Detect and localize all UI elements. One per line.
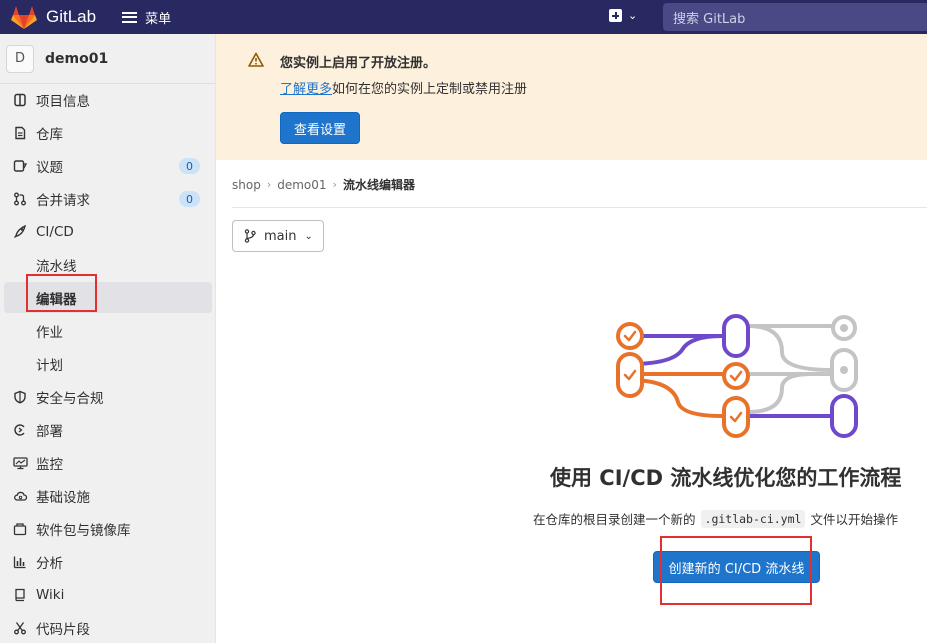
sidebar-item-label: CI/CD xyxy=(36,223,74,240)
sidebar-item-label: 部署 xyxy=(36,423,63,440)
ci-file-name: .gitlab-ci.yml xyxy=(700,509,806,528)
breadcrumb-item-project[interactable]: demo01 xyxy=(277,178,326,192)
sidebar-item-packages[interactable]: 软件包与镜像库 xyxy=(0,513,212,544)
doc-icon xyxy=(11,124,29,142)
project-name: demo01 xyxy=(45,50,109,67)
sidebar-item-label: 安全与合规 xyxy=(36,390,104,407)
search-input[interactable]: 搜索 GitLab xyxy=(663,3,927,31)
info-icon xyxy=(11,91,29,109)
breadcrumb: shop › demo01 › 流水线编辑器 xyxy=(232,176,415,193)
sidebar-item-issues[interactable]: 议题 0 xyxy=(0,150,212,181)
sidebar-item-label: 基础设施 xyxy=(36,489,90,506)
menu-label: 菜单 xyxy=(145,11,172,27)
sidebar-project[interactable]: D demo01 xyxy=(0,34,215,84)
issues-icon xyxy=(11,157,29,175)
view-settings-button[interactable]: 查看设置 xyxy=(280,112,360,144)
top-navbar: GitLab 菜单 ⌄ 搜索 GitLab xyxy=(0,0,927,34)
gitlab-tanuki-icon xyxy=(11,6,37,29)
sidebar-item-label: 合并请求 xyxy=(36,192,90,209)
sidebar-item-label: 议题 xyxy=(36,159,63,176)
snippet-icon xyxy=(11,619,29,637)
alert-description: 了解更多如何在您的实例上定制或禁用注册 xyxy=(280,78,527,97)
branch-icon xyxy=(244,229,256,243)
sidebar-item-label: 项目信息 xyxy=(36,93,90,110)
alert-description-text: 如何在您的实例上定制或禁用注册 xyxy=(332,82,528,97)
shield-icon xyxy=(11,388,29,406)
warning-icon xyxy=(248,52,264,67)
sidebar-item-label: 代码片段 xyxy=(36,621,90,638)
learn-more-link[interactable]: 了解更多 xyxy=(280,82,332,97)
sidebar-item-label: 作业 xyxy=(36,324,63,341)
merge-request-icon xyxy=(11,190,29,208)
highlight-box-editor xyxy=(26,274,97,312)
brand-name: GitLab xyxy=(46,7,97,26)
monitor-icon xyxy=(11,454,29,472)
new-dropdown-button[interactable]: ⌄ xyxy=(609,9,637,22)
pipeline-illustration xyxy=(616,314,858,438)
sidebar-item-label: 仓库 xyxy=(36,126,63,143)
empty-state-description: 在仓库的根目录创建一个新的 .gitlab-ci.yml 文件以开始操作 xyxy=(533,509,898,528)
gitlab-logo[interactable]: GitLab xyxy=(10,0,96,34)
package-icon xyxy=(11,520,29,538)
sidebar-item-label: 计划 xyxy=(36,357,63,374)
sidebar-item-infrastructure[interactable]: 基础设施 xyxy=(0,480,212,511)
sidebar-item-label: Wiki xyxy=(36,586,65,603)
alert-title: 您实例上启用了开放注册。 xyxy=(280,56,437,71)
merge-requests-count-badge: 0 xyxy=(179,191,200,207)
plus-square-icon xyxy=(609,9,622,22)
hamburger-icon xyxy=(122,11,138,23)
branch-name: main xyxy=(264,228,297,244)
chart-icon xyxy=(11,553,29,571)
branch-switcher[interactable]: main ⌄ xyxy=(232,220,324,252)
menu-button[interactable]: 菜单 xyxy=(122,8,171,27)
deploy-icon xyxy=(11,421,29,439)
sidebar-item-deployments[interactable]: 部署 xyxy=(0,414,212,445)
sidebar-item-label: 流水线 xyxy=(36,258,77,275)
empty-state-title: 使用 CI/CD 流水线优化您的工作流程 xyxy=(550,466,902,490)
sidebar-item-monitor[interactable]: 监控 xyxy=(0,447,212,478)
sidebar-item-cicd[interactable]: CI/CD xyxy=(0,216,212,247)
project-avatar: D xyxy=(6,44,34,73)
cloud-icon xyxy=(11,487,29,505)
sidebar-item-analytics[interactable]: 分析 xyxy=(0,546,212,577)
breadcrumb-item-current[interactable]: 流水线编辑器 xyxy=(343,176,415,193)
sidebar-item-repository[interactable]: 仓库 xyxy=(0,117,212,148)
sidebar-item-jobs[interactable]: 作业 xyxy=(0,315,212,346)
sidebar: D demo01 项目信息 仓库 议题 0 合并请求 0 CI/CD 流水线 编… xyxy=(0,34,216,643)
chevron-down-icon: ⌄ xyxy=(628,9,638,22)
sidebar-item-wiki[interactable]: Wiki xyxy=(0,579,212,610)
sidebar-item-label: 软件包与镜像库 xyxy=(36,522,131,539)
sidebar-item-project-info[interactable]: 项目信息 xyxy=(0,84,212,115)
sidebar-item-label: 监控 xyxy=(36,456,63,473)
breadcrumb-divider xyxy=(232,207,927,208)
highlight-box-create-button xyxy=(660,536,812,605)
sidebar-item-merge-requests[interactable]: 合并请求 0 xyxy=(0,183,212,214)
chevron-right-icon: › xyxy=(332,178,337,191)
issues-count-badge: 0 xyxy=(179,158,200,174)
sidebar-item-snippets[interactable]: 代码片段 xyxy=(0,612,212,643)
empty-state-desc-prefix: 在仓库的根目录创建一个新的 xyxy=(533,512,696,527)
breadcrumb-item-shop[interactable]: shop xyxy=(232,178,261,192)
empty-state-desc-suffix: 文件以开始操作 xyxy=(810,512,898,527)
registration-alert: 您实例上启用了开放注册。 了解更多如何在您的实例上定制或禁用注册 查看设置 xyxy=(216,34,927,160)
chevron-down-icon: ⌄ xyxy=(304,230,313,242)
sidebar-item-security[interactable]: 安全与合规 xyxy=(0,381,212,412)
sidebar-item-label: 分析 xyxy=(36,555,63,572)
rocket-icon xyxy=(11,223,29,241)
chevron-right-icon: › xyxy=(266,178,272,191)
book-icon xyxy=(11,586,29,604)
sidebar-item-schedules[interactable]: 计划 xyxy=(0,348,212,379)
